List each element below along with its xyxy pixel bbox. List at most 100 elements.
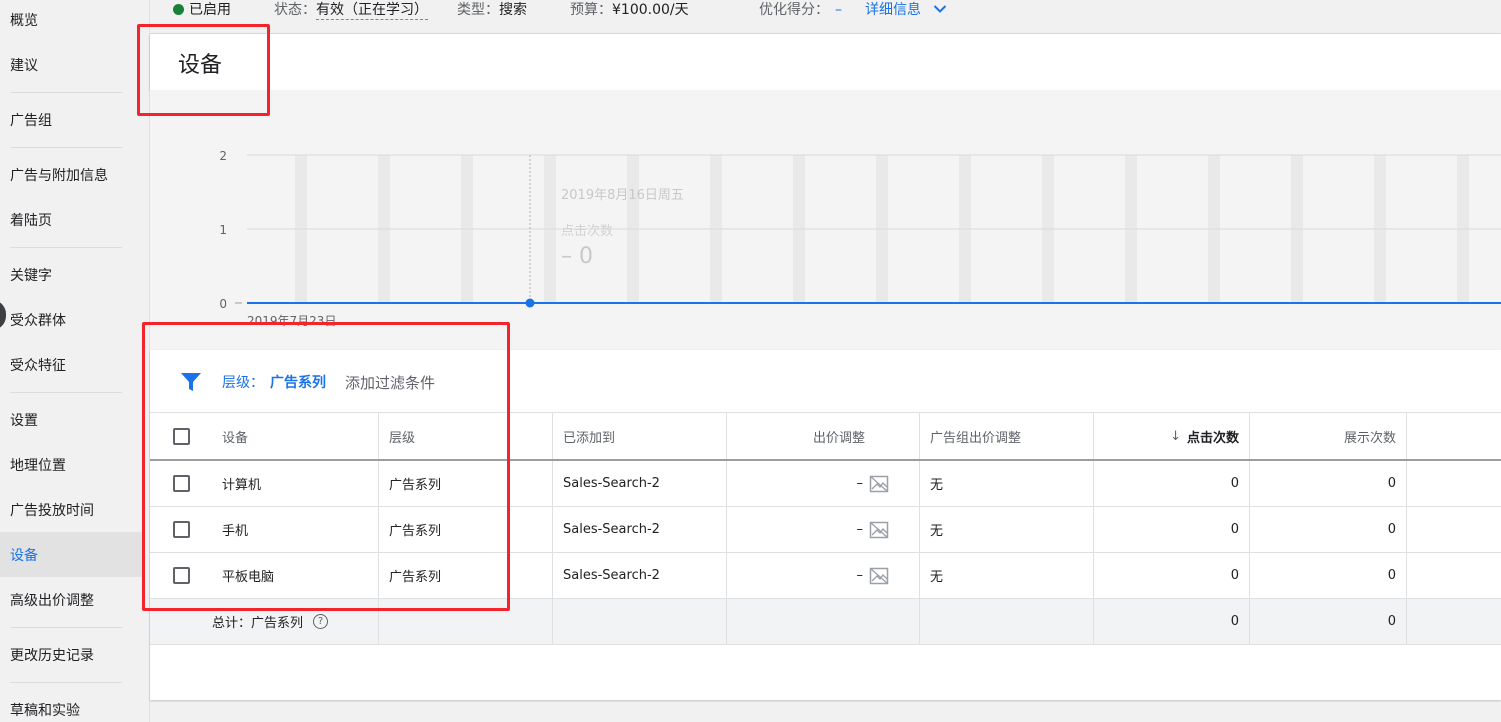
sidebar-item-label: 设备 [10,547,38,564]
filter-bar: 层级： 广告系列 添加过滤条件 [150,350,1501,413]
row-checkbox[interactable] [173,567,190,584]
total-label-cell: 总计：广告系列 ? [150,599,379,644]
clicks-cell: 0 [1094,553,1250,598]
sidebar-item-label: 广告投放时间 [10,502,94,519]
column-header-clicks[interactable]: ↓ 点击次数 [1094,413,1250,459]
level-cell: 广告系列 [379,553,553,598]
sidebar-item-ads-extensions[interactable]: 广告与附加信息 [0,152,142,197]
arrow-down-icon: ↓ [1170,428,1181,444]
tooltip-date: 2019年8月16日周五 [561,188,684,203]
impressions-cell: 0 [1250,507,1407,552]
type-field: 类型：搜索 [457,0,527,22]
column-header-impressions[interactable]: 展示次数 [1250,413,1407,459]
details-label: 详细信息 [865,2,921,18]
page-title-card: 设备 [150,34,1501,90]
sidebar-item-locations[interactable]: 地理位置 [0,442,142,487]
column-header-bid-adjustment[interactable]: 出价调整 [727,413,920,459]
sidebar-item-drafts-experiments[interactable]: 草稿和实验 [0,687,142,722]
optimization-score-value: – [835,2,842,18]
nav-divider [10,92,122,93]
sidebar-item-devices[interactable]: 设备 [0,532,142,577]
nav-divider [10,247,122,248]
table-row[interactable]: 计算机 广告系列 Sales-Search-2 – 无 0 0 [150,461,1501,507]
filter-icon[interactable] [180,372,202,392]
y-tick-label: 0 [219,297,227,311]
sidebar-item-label: 建议 [10,57,38,74]
select-all-checkbox[interactable] [173,427,190,445]
sidebar-item-demographics[interactable]: 受众特征 [0,342,142,387]
bid-adjustment-cell[interactable]: – [727,461,920,506]
sidebar-item-label: 广告组 [10,112,52,129]
sidebar-item-ad-groups[interactable]: 广告组 [0,97,142,142]
help-icon[interactable]: ? [313,614,329,629]
nav-divider [10,627,122,628]
bid-adjustment-value: – [856,476,864,491]
status-value[interactable]: 有效（正在学习） [316,2,428,20]
edit-disabled-icon[interactable] [869,567,889,585]
sidebar-item-label: 草稿和实验 [10,702,80,719]
table-row[interactable]: 手机 广告系列 Sales-Search-2 – 无 0 0 [150,507,1501,553]
column-header-adgroup-bid-adjustment[interactable]: 广告组出价调整 [920,413,1094,459]
sidebar-item-label: 关键字 [10,267,52,284]
sidebar-item-ad-schedule[interactable]: 广告投放时间 [0,487,142,532]
table-header-row: 设备 层级 已添加到 出价调整 广告组出价调整 ↓ 点击次数 展示次数 [150,413,1501,461]
enabled-label: 已启用 [189,2,231,18]
type-label: 类型： [457,2,499,18]
sidebar-item-advanced-bid-adjustments[interactable]: 高级出价调整 [0,577,142,622]
impressions-cell: 0 [1250,553,1407,598]
budget-value[interactable]: ¥100.00/天 [612,2,689,18]
added-to-cell: Sales-Search-2 [553,461,727,506]
sidebar-item-label: 地理位置 [10,457,66,474]
total-clicks-cell: 0 [1094,599,1250,644]
device-cell: 手机 [212,507,379,552]
sidebar-item-label: 受众特征 [10,357,66,374]
column-header-device[interactable]: 设备 [212,413,379,459]
sidebar-item-settings[interactable]: 设置 [0,397,142,442]
sidebar-item-label: 概览 [10,12,38,29]
budget-label: 预算： [570,2,612,18]
edit-disabled-icon[interactable] [869,475,889,493]
total-empty-cell [920,599,1094,644]
x-axis-start-date: 2019年7月23日 [247,314,337,328]
bid-adjustment-cell[interactable]: – [727,507,920,552]
bid-adjustment-cell[interactable]: – [727,553,920,598]
sidebar-item-keywords[interactable]: 关键字 [0,252,142,297]
sidebar-item-recommendations[interactable]: 建议 [0,42,142,87]
sidebar-item-audiences[interactable]: 受众群体 [0,297,142,342]
details-link[interactable]: 详细信息 [865,0,947,22]
enabled-status[interactable]: 已启用 [173,0,231,22]
filter-level-value[interactable]: 广告系列 [270,372,326,392]
adgroup-bid-adjustment-cell: 无 [920,553,1094,598]
column-header-level[interactable]: 层级 [379,413,553,459]
column-header-added-to[interactable]: 已添加到 [553,413,727,459]
tooltip-metric: 点击次数 [561,224,614,239]
sidebar-item-label: 设置 [10,412,38,429]
chart-canvas[interactable]: 2 1 0 [150,90,1501,350]
total-label: 总计：广告系列 [212,616,304,631]
level-cell: 广告系列 [379,507,553,552]
add-filter-button[interactable]: 添加过滤条件 [345,372,435,393]
type-value: 搜索 [499,2,527,18]
nav-divider [10,392,122,393]
table-row[interactable]: 平板电脑 广告系列 Sales-Search-2 – 无 0 0 [150,553,1501,599]
sidebar-item-overview[interactable]: 概览 [0,0,142,42]
budget-field: 预算：¥100.00/天 [570,0,689,22]
sidebar-item-landing-pages[interactable]: 着陆页 [0,197,142,242]
page-title: 设备 [178,53,223,78]
edit-disabled-icon[interactable] [869,521,889,539]
row-checkbox[interactable] [173,475,190,492]
status-field: 状态：有效（正在学习） [274,0,428,22]
optimization-score-field: 优化得分： – [759,0,842,22]
chart-tooltip: 2019年8月16日周五 点击次数 – 0 [545,178,720,293]
total-impressions-cell: 0 [1250,599,1407,644]
sidebar-item-label: 更改历史记录 [10,647,94,664]
sidebar-item-change-history[interactable]: 更改历史记录 [0,632,142,677]
hover-point[interactable] [525,298,535,308]
sidebar-item-label: 高级出价调整 [10,592,94,609]
column-header-clicks-label: 点击次数 [1186,430,1239,446]
added-to-cell: Sales-Search-2 [553,553,727,598]
filter-level-label[interactable]: 层级： [222,372,264,392]
row-checkbox[interactable] [173,521,190,538]
campaign-status-bar: 已启用 状态：有效（正在学习） 类型：搜索 预算：¥100.00/天 优化得分：… [150,0,1501,34]
total-empty-cell [553,599,727,644]
